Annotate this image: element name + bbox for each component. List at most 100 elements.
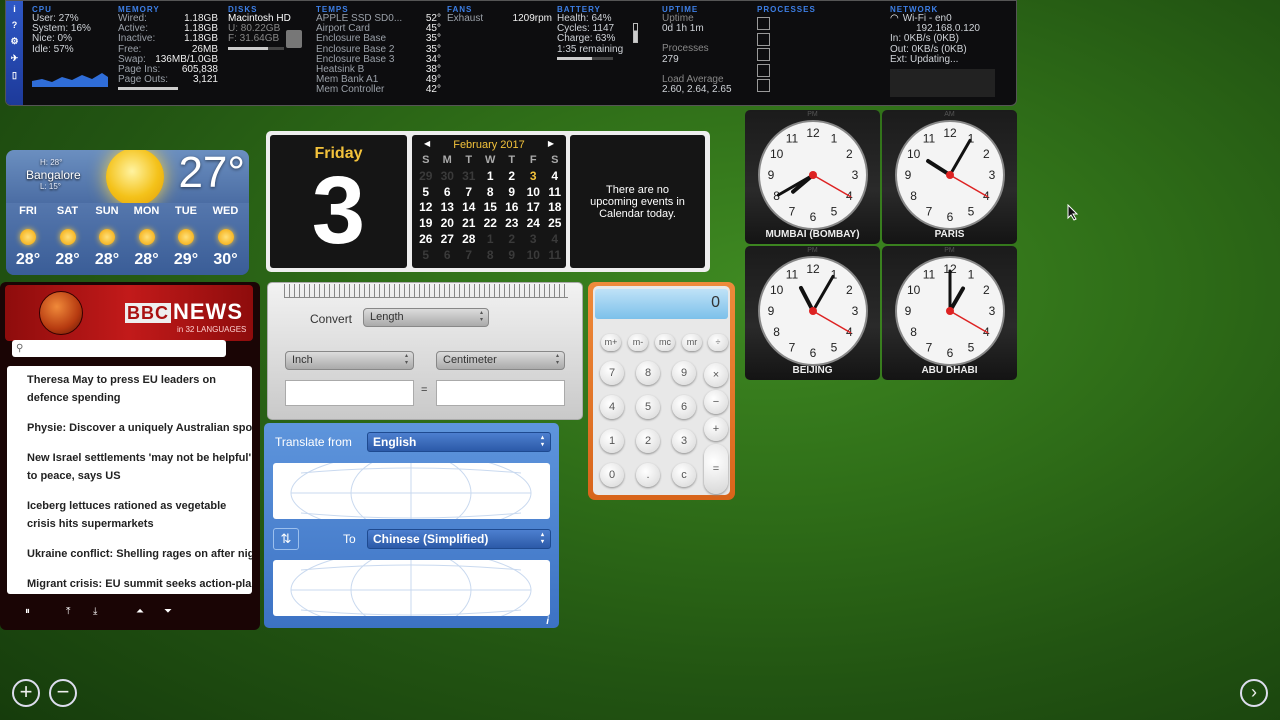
plane-icon[interactable]: ✈ (11, 53, 19, 64)
next-icon[interactable]: ⏷ (164, 606, 172, 617)
calendar-date[interactable]: 19 (415, 216, 437, 232)
calc-operator-key[interactable]: ÷ (708, 334, 728, 351)
swap-languages-icon[interactable]: ⇅ (273, 528, 299, 550)
headline-item[interactable]: Ukraine conflict: Shelling rages on afte… (27, 545, 252, 563)
calendar-date[interactable]: 3 (523, 169, 545, 185)
calc-operator-key[interactable]: + (704, 417, 728, 441)
world-clock[interactable]: AM123456789101112PARIS (882, 110, 1017, 244)
headline-list[interactable]: Theresa May to press EU leaders on defen… (7, 366, 252, 594)
translate-input-area[interactable] (273, 463, 550, 519)
translate-from-select[interactable]: English (367, 432, 551, 452)
settings-icon[interactable]: ⚙ (10, 36, 18, 47)
process-checkbox[interactable] (757, 63, 770, 77)
world-clock[interactable]: PM123456789101112ABU DHABI (882, 246, 1017, 380)
calendar-date[interactable]: 18 (544, 200, 566, 216)
scroll-top-icon[interactable]: ⤒ (66, 606, 70, 617)
calendar-date[interactable]: 12 (415, 200, 437, 216)
convert-to-input[interactable] (436, 380, 565, 406)
calendar-date[interactable]: 21 (458, 216, 480, 232)
calendar-date[interactable]: 10 (523, 185, 545, 201)
calendar-date[interactable]: 14 (458, 200, 480, 216)
process-checkbox[interactable] (757, 48, 770, 61)
calc-operator-key[interactable]: − (704, 390, 728, 414)
calendar-date[interactable]: 30 (437, 169, 459, 185)
calendar-widget[interactable]: Friday 3 ◀ February 2017 ▶ S M T W T F S 29 30 31… (266, 131, 710, 272)
next-page-button[interactable]: › (1240, 679, 1268, 707)
calendar-date[interactable]: 29 (415, 169, 437, 185)
calc-key[interactable]: 7 (600, 361, 624, 385)
calendar-date[interactable]: 1 (480, 232, 502, 248)
headline-item[interactable]: Iceberg lettuces rationed as vegetable c… (27, 497, 252, 533)
convert-to-select[interactable]: Centimeter (436, 351, 565, 370)
convert-from-input[interactable] (285, 380, 414, 406)
calendar-date[interactable]: 7 (458, 185, 480, 201)
calendar-date[interactable]: 11 (544, 248, 566, 264)
weather-widget[interactable]: H: 28° Bangalore L: 15° 27° FRI 28° SAT 28°… (6, 150, 249, 275)
translate-to-select[interactable]: Chinese (Simplified) (367, 529, 551, 549)
calc-key[interactable]: c (672, 463, 696, 487)
calc-memory-key[interactable]: m+ (601, 334, 621, 351)
next-month-icon[interactable]: ▶ (548, 139, 554, 151)
info-button[interactable]: i (546, 616, 549, 627)
calendar-date[interactable]: 6 (437, 185, 459, 201)
calc-key[interactable]: 3 (672, 429, 696, 453)
calendar-date[interactable]: 28 (458, 232, 480, 248)
calendar-date[interactable]: 6 (437, 248, 459, 264)
calc-memory-key[interactable]: mc (655, 334, 675, 351)
headline-item[interactable]: Physie: Discover a uniquely Australian s… (27, 419, 252, 437)
calendar-date[interactable]: 10 (523, 248, 545, 264)
calendar-date[interactable]: 15 (480, 200, 502, 216)
headline-item[interactable]: Migrant crisis: EU summit seeks action-p… (27, 575, 252, 593)
calendar-date[interactable]: 3 (523, 232, 545, 248)
process-checkbox[interactable] (757, 79, 770, 92)
calendar-date[interactable]: 13 (437, 200, 459, 216)
calendar-date[interactable]: 11 (544, 185, 566, 201)
calendar-date[interactable]: 16 (501, 200, 523, 216)
bbc-search-input[interactable]: ⚲ (12, 340, 226, 357)
calendar-date[interactable]: 5 (415, 185, 437, 201)
headline-item[interactable]: New Israel settlements 'may not be helpf… (27, 449, 252, 485)
calendar-date[interactable]: 1 (480, 169, 502, 185)
process-checkbox[interactable] (757, 17, 770, 30)
calc-key[interactable]: 2 (636, 429, 660, 453)
headline-item[interactable]: Theresa May to press EU leaders on defen… (27, 371, 252, 407)
calendar-date[interactable]: 20 (437, 216, 459, 232)
calendar-date[interactable]: 26 (415, 232, 437, 248)
convert-type-select[interactable]: Length (363, 308, 489, 327)
prev-month-icon[interactable]: ◀ (424, 139, 430, 151)
calc-key[interactable]: 6 (672, 395, 696, 419)
phone-icon[interactable]: ▯ (12, 70, 17, 81)
calc-memory-key[interactable]: m- (628, 334, 648, 351)
calendar-date[interactable]: 23 (501, 216, 523, 232)
process-checkbox[interactable] (757, 32, 770, 46)
info-icon[interactable]: i (13, 4, 16, 14)
calc-key[interactable]: 4 (600, 395, 624, 419)
calendar-date[interactable]: 24 (523, 216, 545, 232)
calc-key[interactable]: 0 (600, 463, 624, 487)
calc-memory-key[interactable]: mr (682, 334, 702, 351)
calendar-date[interactable]: 27 (437, 232, 459, 248)
calendar-date[interactable]: 22 (480, 216, 502, 232)
calendar-date[interactable]: 9 (501, 248, 523, 264)
calc-operator-key[interactable]: × (704, 363, 728, 387)
calendar-date[interactable]: 2 (501, 169, 523, 185)
calendar-date[interactable]: 8 (480, 248, 502, 264)
calendar-day-pane[interactable]: Friday 3 (270, 135, 407, 268)
world-clock[interactable]: PM123456789101112BEIJING (745, 246, 880, 380)
calendar-date[interactable]: 4 (544, 232, 566, 248)
calendar-date[interactable]: 7 (458, 248, 480, 264)
convert-from-select[interactable]: Inch (285, 351, 414, 370)
calendar-date[interactable]: 17 (523, 200, 545, 216)
calc-key[interactable]: . (636, 463, 660, 487)
add-widget-button[interactable]: + (12, 679, 40, 707)
calendar-date[interactable]: 31 (458, 169, 480, 185)
calc-key[interactable]: 8 (636, 361, 660, 385)
calc-key[interactable]: 5 (636, 395, 660, 419)
scroll-bottom-icon[interactable]: ⤓ (93, 606, 97, 617)
calendar-date[interactable]: 5 (415, 248, 437, 264)
calendar-date[interactable]: 4 (544, 169, 566, 185)
calendar-date[interactable]: 2 (501, 232, 523, 248)
calc-equals-key[interactable]: = (704, 444, 728, 494)
world-clock[interactable]: PM123456789101112MUMBAI (BOMBAY) (745, 110, 880, 244)
calc-key[interactable]: 1 (600, 429, 624, 453)
